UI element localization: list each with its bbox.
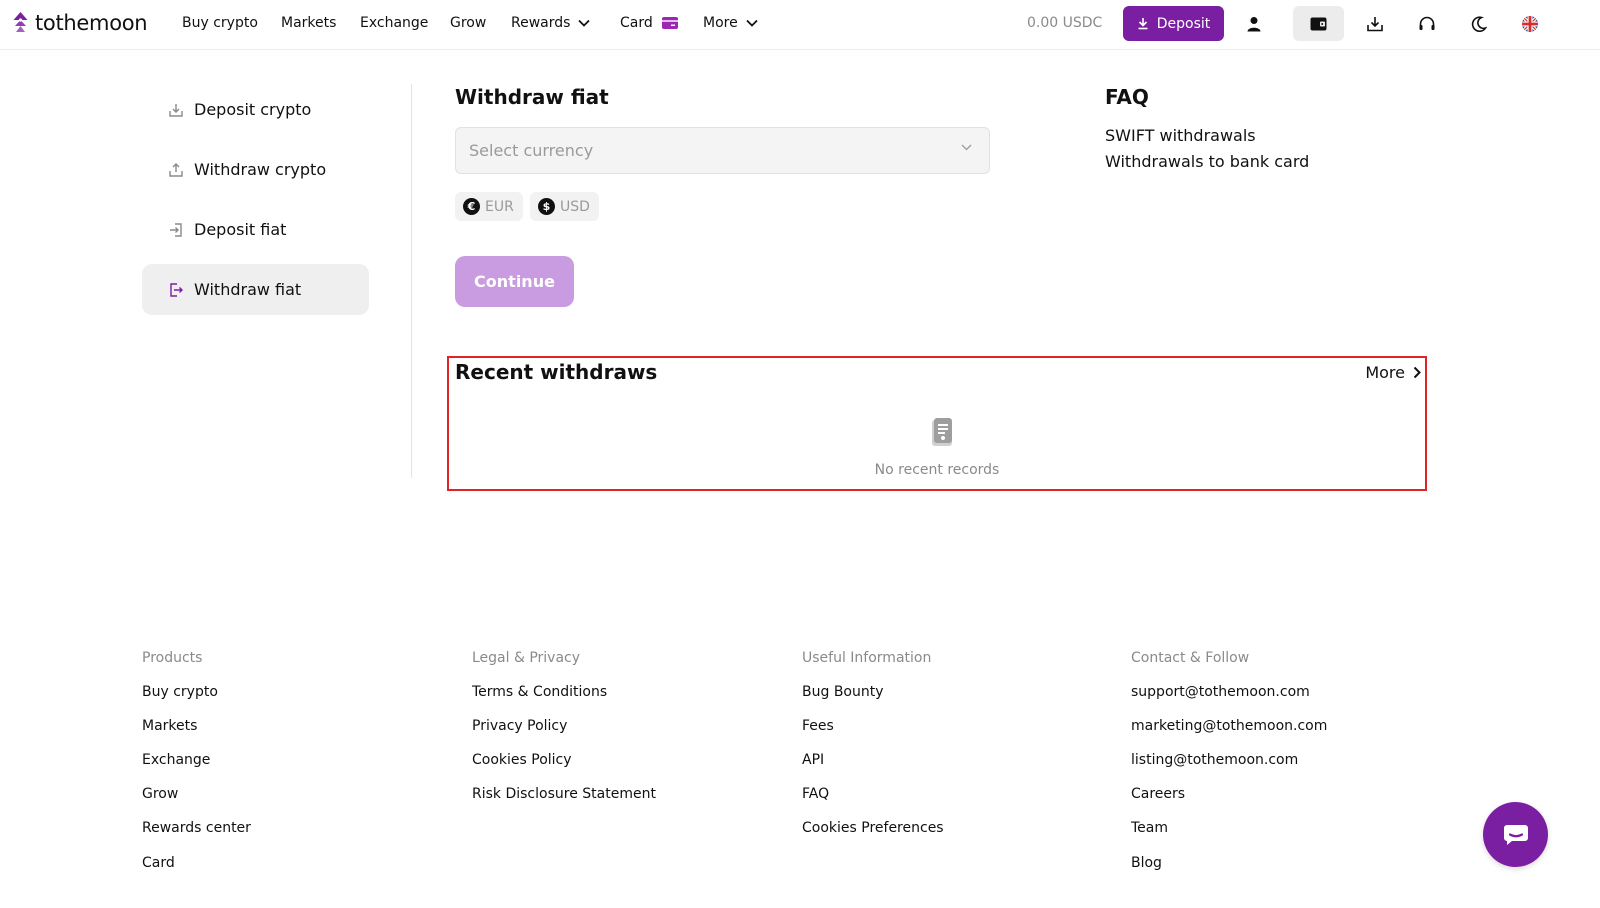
nav-more[interactable]: More (703, 15, 758, 31)
currency-chip-label: EUR (485, 198, 514, 215)
faq-link-bank-card[interactable]: Withdrawals to bank card (1105, 152, 1309, 171)
sidebar-item-deposit-fiat[interactable]: Deposit fiat (142, 204, 369, 255)
user-icon (1247, 16, 1261, 31)
sidebar-item-withdraw-crypto[interactable]: Withdraw crypto (142, 144, 369, 195)
balance-display: 0.00 USDC (1027, 15, 1103, 31)
nav-label: Exchange (360, 15, 429, 31)
wallet-icon (1310, 17, 1327, 30)
chevron-down-icon (746, 19, 758, 27)
euro-icon: € (463, 198, 480, 215)
empty-records-icon (932, 418, 952, 446)
nav-rewards[interactable]: Rewards (511, 15, 591, 31)
download-icon (1138, 18, 1148, 30)
footer-link[interactable]: API (802, 752, 824, 768)
footer-link[interactable]: Terms & Conditions (472, 684, 607, 700)
footer-link[interactable]: Blog (1131, 855, 1162, 871)
more-label: More (1365, 363, 1405, 382)
currency-select-placeholder: Select currency (469, 141, 594, 160)
sidebar-item-label: Withdraw fiat (194, 280, 302, 299)
chat-button[interactable] (1483, 802, 1548, 867)
footer-link[interactable]: Rewards center (142, 820, 251, 836)
footer-heading-contact: Contact & Follow (1131, 650, 1250, 666)
continue-button[interactable]: Continue (455, 256, 574, 307)
chevron-right-icon (1413, 366, 1421, 379)
download-app-button[interactable] (1357, 6, 1393, 41)
sidebar-item-withdraw-fiat[interactable]: Withdraw fiat (142, 264, 369, 315)
recent-withdraws-section: Recent withdraws More No recent records (447, 356, 1427, 491)
sign-out-icon (170, 282, 183, 297)
logo-text: tothemoon (35, 11, 148, 35)
chat-icon (1503, 824, 1528, 845)
download-icon (169, 103, 183, 117)
nav-label: More (703, 15, 738, 31)
card-icon (661, 17, 678, 29)
footer-link[interactable]: Markets (142, 718, 197, 734)
nav-markets[interactable]: Markets (281, 15, 336, 31)
sidebar-item-label: Deposit fiat (194, 220, 287, 239)
sign-in-icon (170, 222, 182, 237)
footer-heading-products: Products (142, 650, 203, 666)
footer-link[interactable]: Cookies Preferences (802, 820, 944, 836)
sidebar-item-label: Deposit crypto (194, 100, 312, 119)
top-header: tothemoon Buy crypto Markets Exchange Gr… (0, 0, 1600, 50)
language-flag-icon (1522, 15, 1538, 32)
chevron-down-icon (578, 19, 591, 27)
dollar-icon: $ (538, 198, 555, 215)
nav-label: Grow (450, 15, 487, 31)
recent-more-link[interactable]: More (1365, 363, 1421, 382)
faq-link-swift[interactable]: SWIFT withdrawals (1105, 126, 1256, 145)
nav-label: Buy crypto (182, 15, 258, 31)
footer-link[interactable]: Exchange (142, 752, 210, 768)
footer-link[interactable]: FAQ (802, 786, 829, 802)
download-app-icon (1367, 16, 1383, 31)
user-button[interactable] (1236, 6, 1272, 41)
recent-withdraws-title: Recent withdraws (455, 360, 658, 384)
footer-link[interactable]: Careers (1131, 786, 1185, 802)
footer-link[interactable]: support@tothemoon.com (1131, 684, 1310, 700)
upload-icon (169, 162, 183, 177)
footer-link[interactable]: Risk Disclosure Statement (472, 786, 656, 802)
footer-link[interactable]: Fees (802, 718, 834, 734)
nav-exchange[interactable]: Exchange (360, 15, 428, 31)
footer-link[interactable]: Bug Bounty (802, 684, 884, 700)
footer-link[interactable]: Cookies Policy (472, 752, 572, 768)
currency-chip-usd[interactable]: $ USD (530, 192, 599, 221)
footer-link[interactable]: Grow (142, 786, 178, 802)
empty-records-text: No recent records (874, 462, 1000, 478)
sidebar-item-deposit-crypto[interactable]: Deposit crypto (142, 84, 369, 135)
logo[interactable]: tothemoon (12, 11, 148, 35)
chevron-down-icon (961, 144, 972, 151)
nav-label: Rewards (511, 15, 571, 31)
footer-heading-legal: Legal & Privacy (472, 650, 581, 666)
support-headset-icon (1419, 16, 1435, 30)
currency-select[interactable]: Select currency (455, 127, 990, 174)
support-button[interactable] (1409, 6, 1445, 41)
footer-link[interactable]: listing@tothemoon.com (1131, 752, 1298, 768)
deposit-button[interactable]: Deposit (1123, 6, 1224, 41)
theme-toggle-button[interactable] (1461, 6, 1497, 41)
logo-icon (13, 12, 28, 32)
footer-link[interactable]: Card (142, 855, 175, 871)
dark-mode-moon-icon (1471, 15, 1487, 32)
nav-buy-crypto[interactable]: Buy crypto (182, 15, 258, 31)
nav-card[interactable]: Card (620, 15, 678, 31)
footer-link[interactable]: Buy crypto (142, 684, 218, 700)
wallet-button[interactable] (1293, 6, 1344, 41)
footer-heading-useful-info: Useful Information (802, 650, 932, 666)
nav-grow[interactable]: Grow (450, 15, 486, 31)
faq-title: FAQ (1105, 85, 1149, 109)
footer-link[interactable]: Team (1131, 820, 1168, 836)
page-title: Withdraw fiat (455, 85, 609, 109)
currency-chip-label: USD (560, 198, 590, 215)
deposit-label: Deposit (1156, 15, 1211, 32)
footer-link[interactable]: marketing@tothemoon.com (1131, 718, 1327, 734)
sidebar-item-label: Withdraw crypto (194, 160, 327, 179)
nav-label: Markets (281, 15, 337, 31)
footer-link[interactable]: Privacy Policy (472, 718, 567, 734)
nav-label: Card (620, 15, 653, 31)
sidebar-divider (411, 84, 412, 478)
currency-chip-eur[interactable]: € EUR (455, 192, 523, 221)
language-button[interactable] (1512, 6, 1548, 41)
